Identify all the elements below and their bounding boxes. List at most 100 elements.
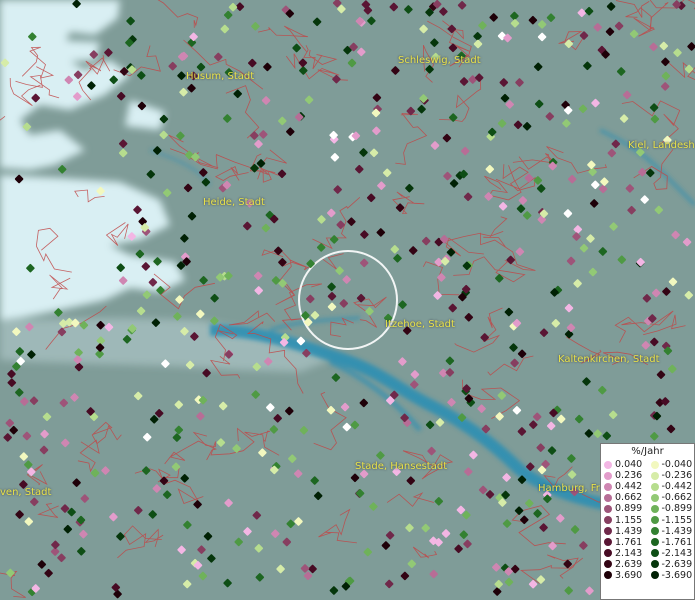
measurement-point[interactable] [570, 525, 580, 534]
measurement-point[interactable] [548, 541, 557, 551]
measurement-point[interactable] [636, 257, 645, 267]
measurement-point[interactable] [133, 205, 142, 215]
measurement-point[interactable] [435, 418, 445, 427]
measurement-point[interactable] [24, 517, 34, 526]
measurement-point[interactable] [220, 24, 230, 34]
measurement-point[interactable] [668, 277, 678, 287]
measurement-point[interactable] [252, 511, 262, 520]
measurement-point[interactable] [40, 429, 49, 439]
measurement-point[interactable] [313, 491, 323, 501]
measurement-point[interactable] [598, 184, 608, 194]
measurement-point[interactable] [430, 141, 440, 150]
measurement-point[interactable] [185, 360, 195, 370]
measurement-point[interactable] [650, 337, 659, 347]
measurement-point[interactable] [516, 204, 526, 213]
measurement-point[interactable] [214, 52, 223, 62]
measurement-point[interactable] [600, 177, 609, 186]
measurement-point[interactable] [439, 7, 448, 16]
measurement-point[interactable] [650, 432, 659, 441]
measurement-point[interactable] [684, 290, 694, 300]
measurement-point[interactable] [629, 29, 639, 39]
measurement-point[interactable] [59, 398, 69, 408]
measurement-point[interactable] [484, 192, 493, 201]
measurement-point[interactable] [223, 578, 232, 588]
measurement-point[interactable] [73, 92, 82, 101]
measurement-point[interactable] [564, 303, 574, 313]
measurement-point[interactable] [308, 564, 317, 574]
measurement-point[interactable] [332, 74, 341, 84]
measurement-point[interactable] [528, 579, 538, 589]
measurement-point[interactable] [90, 468, 100, 478]
measurement-point[interactable] [159, 476, 169, 486]
measurement-point[interactable] [574, 414, 584, 424]
measurement-point[interactable] [641, 341, 651, 350]
measurement-point[interactable] [179, 87, 188, 97]
measurement-point[interactable] [430, 38, 439, 47]
measurement-point[interactable] [454, 544, 463, 554]
measurement-point[interactable] [356, 293, 366, 303]
measurement-point[interactable] [327, 292, 337, 301]
measurement-point[interactable] [584, 429, 594, 438]
measurement-point[interactable] [277, 169, 287, 179]
measurement-point[interactable] [385, 531, 395, 540]
measurement-point[interactable] [146, 170, 156, 179]
measurement-point[interactable] [659, 41, 669, 51]
measurement-point[interactable] [254, 544, 264, 553]
measurement-point[interactable] [687, 42, 695, 51]
measurement-point[interactable] [271, 529, 280, 538]
measurement-point[interactable] [142, 290, 152, 300]
measurement-point[interactable] [407, 559, 417, 569]
measurement-point[interactable] [159, 114, 169, 124]
measurement-point[interactable] [405, 523, 414, 533]
measurement-point[interactable] [61, 438, 70, 448]
measurement-point[interactable] [79, 529, 88, 539]
measurement-point[interactable] [460, 146, 470, 156]
measurement-point[interactable] [447, 398, 456, 407]
measurement-point[interactable] [228, 2, 238, 12]
measurement-point[interactable] [545, 112, 555, 121]
measurement-point[interactable] [437, 273, 446, 282]
measurement-point[interactable] [73, 355, 82, 364]
measurement-point[interactable] [369, 148, 379, 158]
measurement-point[interactable] [522, 122, 532, 131]
measurement-point[interactable] [377, 181, 386, 190]
measurement-point[interactable] [464, 313, 474, 322]
measurement-point[interactable] [517, 475, 527, 484]
measurement-point[interactable] [177, 71, 186, 80]
measurement-point[interactable] [278, 258, 287, 267]
measurement-point[interactable] [180, 474, 189, 483]
measurement-point[interactable] [593, 23, 602, 32]
measurement-point[interactable] [602, 431, 612, 441]
measurement-point[interactable] [87, 81, 96, 90]
measurement-point[interactable] [57, 327, 67, 337]
measurement-point[interactable] [316, 243, 326, 252]
measurement-point[interactable] [464, 467, 473, 476]
measurement-point[interactable] [502, 519, 512, 528]
measurement-point[interactable] [480, 333, 489, 342]
measurement-point[interactable] [101, 466, 110, 475]
measurement-point[interactable] [273, 414, 282, 423]
measurement-point[interactable] [649, 103, 659, 112]
measurement-point[interactable] [159, 130, 168, 140]
measurement-point[interactable] [19, 452, 29, 461]
measurement-point[interactable] [556, 514, 565, 523]
measurement-point[interactable] [485, 164, 495, 174]
measurement-point[interactable] [445, 356, 455, 366]
measurement-point[interactable] [357, 47, 366, 57]
measurement-point[interactable] [306, 294, 315, 304]
measurement-point[interactable] [546, 421, 556, 431]
measurement-point[interactable] [605, 27, 615, 36]
measurement-point[interactable] [199, 276, 208, 285]
measurement-point[interactable] [473, 39, 483, 49]
measurement-point[interactable] [136, 306, 146, 316]
measurement-point[interactable] [180, 234, 189, 243]
measurement-point[interactable] [173, 312, 182, 321]
measurement-point[interactable] [506, 255, 515, 265]
measurement-point[interactable] [564, 586, 573, 595]
measurement-point[interactable] [202, 368, 211, 378]
measurement-point[interactable] [299, 426, 309, 435]
measurement-point[interactable] [421, 523, 430, 533]
measurement-point[interactable] [668, 364, 677, 374]
measurement-point[interactable] [564, 39, 574, 49]
measurement-point[interactable] [510, 19, 520, 28]
